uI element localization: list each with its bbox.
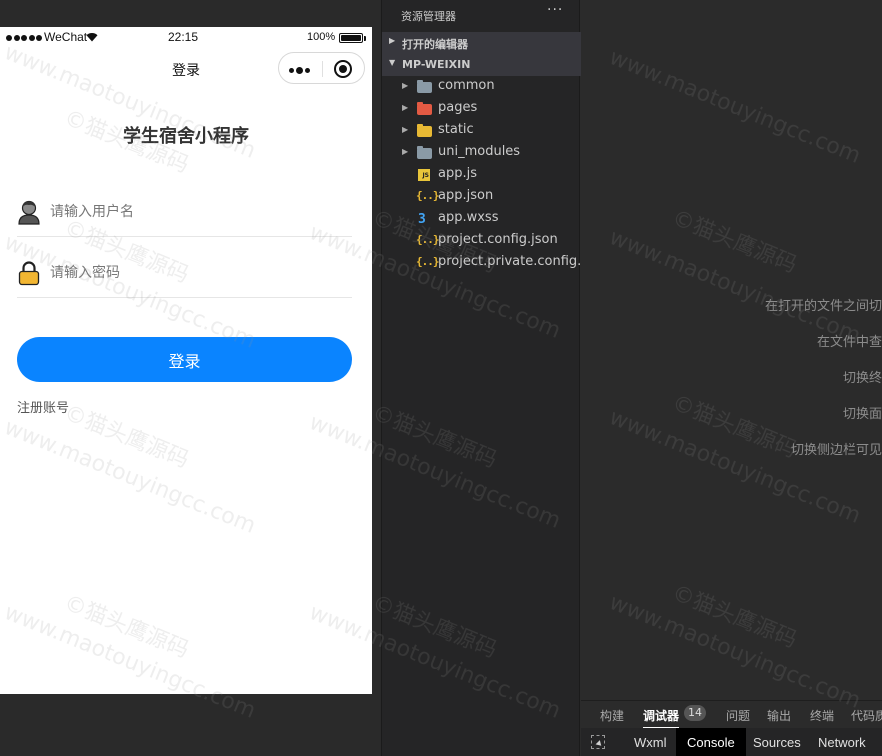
static-folder-icon (417, 124, 432, 137)
tree-item-app-json[interactable]: {..} app.json (382, 186, 581, 208)
project-section[interactable]: ▼ MP-WEIXIN (382, 54, 581, 76)
username-row (17, 187, 352, 237)
tree-item-project-private-config[interactable]: {..} project.private.config.js... (382, 252, 604, 274)
folder-icon (417, 146, 432, 159)
js-file-icon: JS (418, 169, 430, 181)
open-editors-label: 打开的编辑器 (402, 38, 468, 51)
tree-item-label: common (438, 78, 495, 93)
project-label: MP-WEIXIN (402, 58, 471, 71)
json-file-icon: {..} (416, 255, 439, 268)
user-avatar-icon (18, 200, 40, 225)
pages-folder-icon (417, 102, 432, 115)
open-editors-section[interactable]: ▶ 打开的编辑器 (382, 32, 581, 54)
shortcut-hint: 切换面 (842, 407, 882, 422)
tab-console[interactable]: Console (676, 728, 746, 756)
shortcut-hint: 在文件中查 (816, 335, 882, 350)
tab-wxml[interactable]: Wxml (623, 728, 678, 756)
battery-percent: 100% (307, 31, 336, 43)
tree-item-label: project.config.json (438, 232, 558, 247)
tree-item-label: static (438, 122, 474, 137)
capsule-menu[interactable] (278, 52, 365, 84)
explorer-panel: 资源管理器 ··· ▶ 打开的编辑器 ▼ MP-WEIXIN ▶ common … (381, 0, 604, 756)
status-time: 22:15 (168, 30, 199, 44)
tab-problems[interactable]: 问题 (726, 707, 750, 724)
status-bar: WeChat 22:15 100% (0, 27, 372, 49)
carrier-label: WeChat (44, 30, 88, 44)
tab-debugger[interactable]: 调试器 (643, 707, 680, 729)
json-file-icon: {..} (416, 189, 439, 202)
chevron-right-icon: ▶ (402, 103, 409, 112)
editor-area: 在打开的文件之间切 在文件中查 切换终 切换面 切换侧边栏可见 (581, 0, 882, 700)
chevron-right-icon: ▶ (402, 81, 409, 90)
password-input[interactable] (50, 260, 340, 286)
folder-icon (417, 80, 432, 93)
tree-item-label: app.wxss (438, 210, 499, 225)
tab-sources[interactable]: Sources (742, 728, 812, 756)
explorer-header: 资源管理器 ··· (382, 0, 581, 32)
shortcut-hint: 切换终 (842, 371, 882, 386)
tree-item-app-wxss[interactable]: 3 app.wxss (382, 208, 581, 230)
tree-item-uni-modules[interactable]: ▶ uni_modules (382, 142, 581, 164)
inspect-element-icon[interactable] (591, 735, 605, 749)
chevron-right-icon: ▶ (402, 147, 409, 156)
tree-item-label: project.private.config.js... (438, 254, 605, 269)
tree-item-label: app.json (438, 188, 494, 203)
chevron-right-icon: ▶ (389, 36, 396, 45)
app-title: 学生宿舍小程序 (123, 126, 249, 147)
shortcut-hint: 在打开的文件之间切 (764, 299, 882, 314)
username-input[interactable] (50, 199, 340, 225)
battery-icon (339, 33, 366, 43)
phone-screen: WeChat 22:15 100% 登录 学生宿舍小程序 请输入用户名 登录 注… (0, 27, 372, 694)
css-file-icon: 3 (418, 212, 426, 227)
password-row (17, 248, 352, 298)
lock-icon (18, 261, 40, 286)
chevron-down-icon: ▼ (389, 58, 396, 67)
shortcut-hint: 切换侧边栏可见 (790, 443, 882, 458)
tree-item-label: pages (438, 100, 478, 115)
tab-network[interactable]: Network (807, 728, 877, 756)
tree-item-label: uni_modules (438, 144, 521, 159)
tree-item-label: app.js (438, 166, 477, 181)
debugger-count-badge: 14 (684, 705, 706, 721)
signal-icon (6, 35, 42, 41)
bottom-panel: 构建 调试器 14 问题 输出 终端 代码质 Wxml Console Sour… (581, 700, 882, 756)
tree-item-project-config[interactable]: {..} project.config.json (382, 230, 581, 252)
devtools-tabbar: Wxml Console Sources Network (581, 728, 882, 756)
wifi-icon (86, 33, 98, 42)
simulator-area: WeChat 22:15 100% 登录 学生宿舍小程序 请输入用户名 登录 注… (0, 0, 381, 756)
more-icon[interactable] (289, 67, 310, 74)
register-link[interactable]: 注册账号 (17, 397, 69, 416)
more-actions-button[interactable]: ··· (547, 2, 563, 18)
login-button[interactable]: 登录 (17, 337, 352, 382)
tree-item-common[interactable]: ▶ common (382, 76, 581, 98)
tree-item-static[interactable]: ▶ static (382, 120, 581, 142)
tree-item-app-js[interactable]: JS app.js (382, 164, 581, 186)
tab-build[interactable]: 构建 (600, 707, 624, 724)
tree-item-pages[interactable]: ▶ pages (382, 98, 581, 120)
tab-code-quality[interactable]: 代码质 (851, 707, 882, 724)
json-file-icon: {..} (416, 233, 439, 246)
close-miniprogram-icon[interactable] (334, 60, 352, 78)
tab-output[interactable]: 输出 (767, 707, 791, 724)
tab-terminal[interactable]: 终端 (810, 707, 834, 724)
chevron-right-icon: ▶ (402, 125, 409, 134)
capsule-divider (322, 61, 323, 77)
explorer-title: 资源管理器 (401, 10, 456, 23)
